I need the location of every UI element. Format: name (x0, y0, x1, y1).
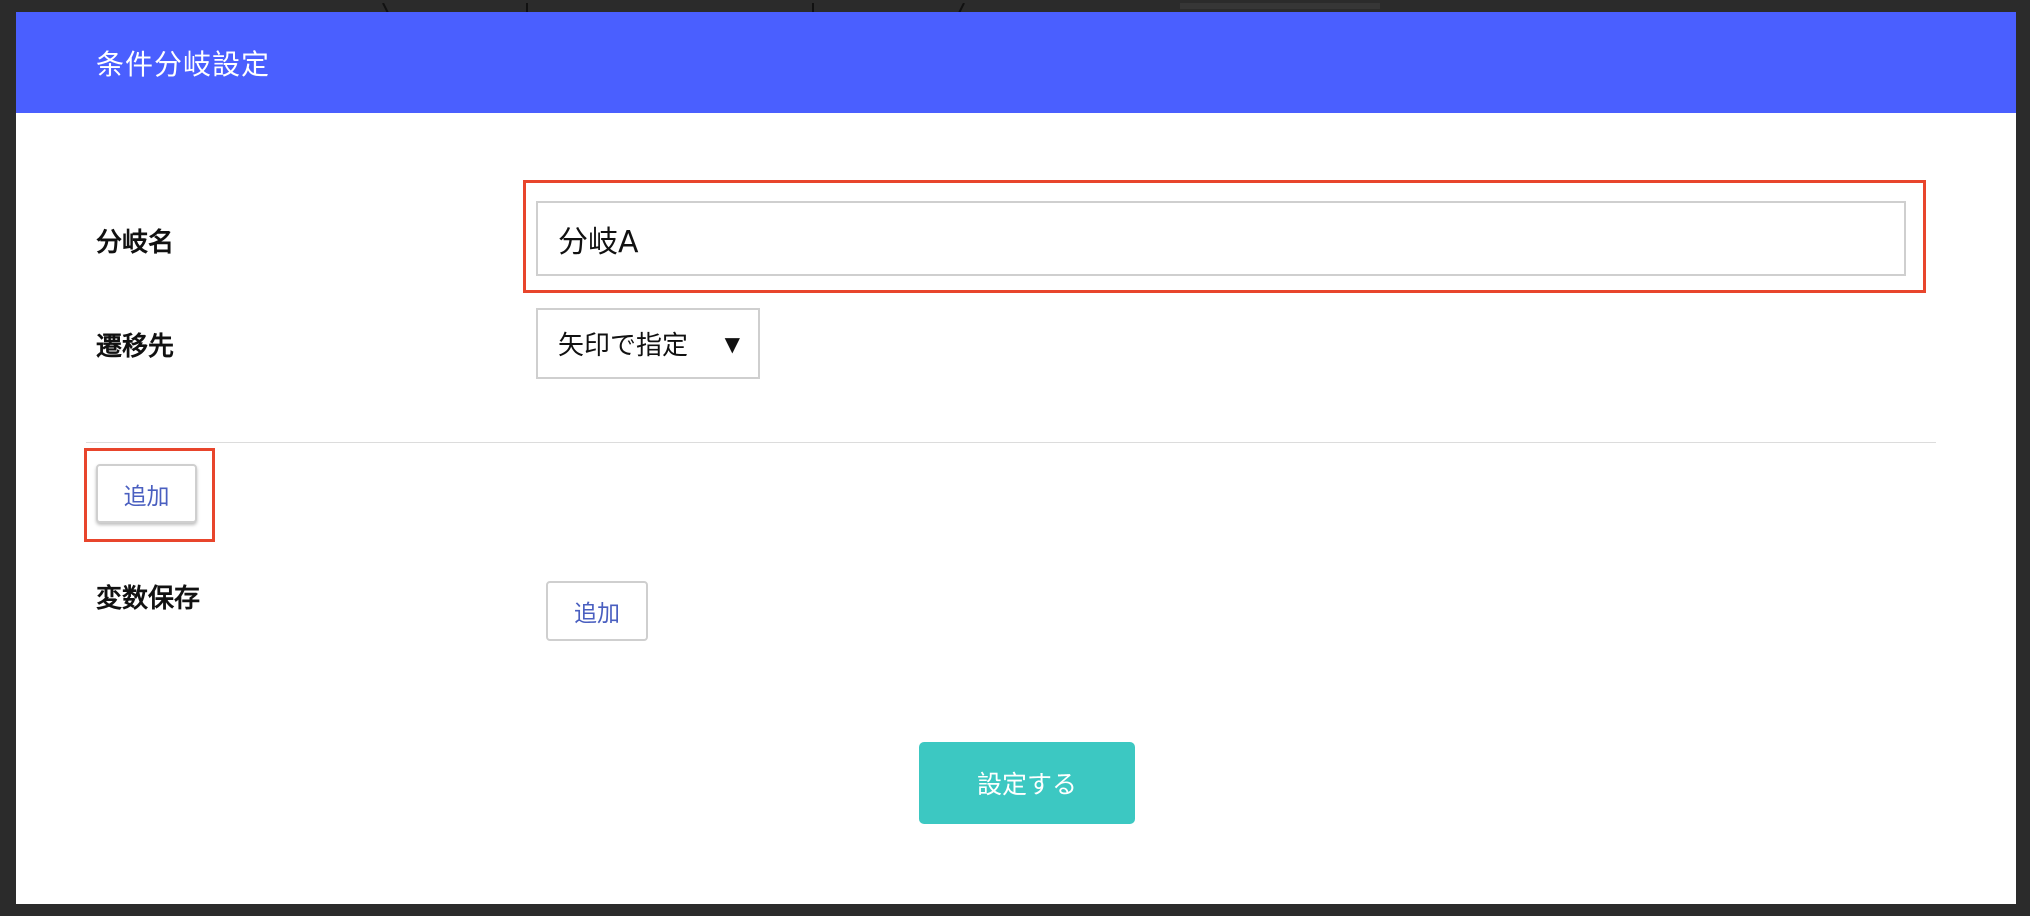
branch-name-row: 分岐名 (96, 222, 174, 259)
branch-name-label: 分岐名 (96, 228, 175, 258)
condition-branch-modal: 条件分岐設定 分岐名 遷移先 矢印で指定 ▼ 追加 変数保存 追加 設定する (16, 12, 2016, 904)
add-condition-button[interactable]: 追加 (96, 464, 197, 523)
add-variable-button[interactable]: 追加 (546, 581, 648, 641)
destination-row: 遷移先 (96, 326, 174, 363)
variable-save-label: 変数保存 (96, 584, 201, 614)
modal-title: 条件分岐設定 (96, 47, 271, 81)
branch-name-input[interactable] (536, 201, 1906, 276)
modal-header: 条件分岐設定 (16, 12, 2016, 113)
backdrop-edge (0, 0, 2030, 12)
submit-button[interactable]: 設定する (919, 742, 1135, 824)
destination-select-value: 矢印で指定 (558, 331, 689, 361)
chevron-down-icon: ▼ (724, 331, 740, 356)
destination-select[interactable]: 矢印で指定 ▼ (536, 308, 760, 379)
destination-label: 遷移先 (96, 332, 175, 362)
section-divider (86, 442, 1936, 443)
variable-save-row: 変数保存 (96, 578, 200, 615)
